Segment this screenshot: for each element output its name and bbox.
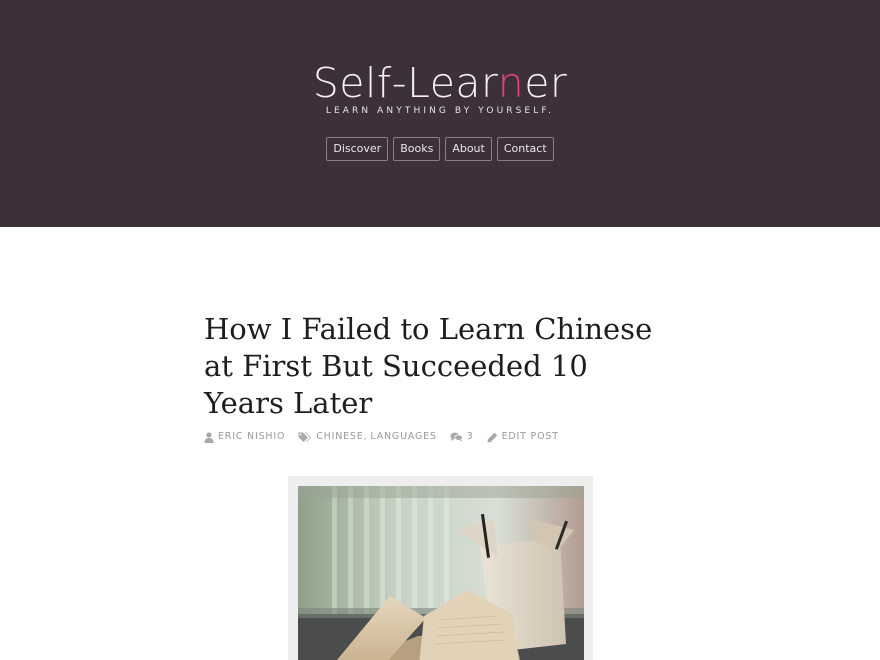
site-logo[interactable]: Self-Learner xyxy=(0,58,880,108)
category-link-languages[interactable]: LANGUAGES xyxy=(370,430,436,444)
comment-count-link[interactable]: 3 xyxy=(467,430,474,444)
post-title[interactable]: How I Failed to Learn Chinese at First B… xyxy=(204,311,674,422)
tags-icon xyxy=(298,432,312,442)
pencil-icon xyxy=(487,432,497,442)
open-book-and-takeout-box-photo[interactable] xyxy=(298,486,584,660)
nav-discover-button[interactable]: Discover xyxy=(326,137,389,161)
nav-contact-button[interactable]: Contact xyxy=(496,137,554,161)
nav-about-button[interactable]: About xyxy=(445,137,492,161)
nav-books-button[interactable]: Books xyxy=(393,137,441,161)
category-link-chinese[interactable]: CHINESE xyxy=(316,430,363,444)
comments-icon xyxy=(450,432,463,442)
main-nav: Discover Books About Contact xyxy=(0,137,880,161)
user-icon xyxy=(204,431,214,443)
post-author: ERIC NISHIO xyxy=(204,430,285,444)
post-meta: ERIC NISHIO CHINESE, LANGUAGES 3 EDIT PO… xyxy=(204,430,572,444)
site-header: Self-Learner LEARN ANYTHING BY YOURSELF.… xyxy=(0,0,880,227)
featured-image-frame xyxy=(288,476,593,660)
post-edit: EDIT POST xyxy=(487,430,559,444)
post-comments: 3 xyxy=(450,430,474,444)
edit-post-link[interactable]: EDIT POST xyxy=(502,430,559,444)
site-tagline: LEARN ANYTHING BY YOURSELF. xyxy=(325,106,555,116)
logo-accent-letter: n xyxy=(497,59,525,107)
author-link[interactable]: ERIC NISHIO xyxy=(218,430,285,444)
post-categories: CHINESE, LANGUAGES xyxy=(298,430,437,444)
